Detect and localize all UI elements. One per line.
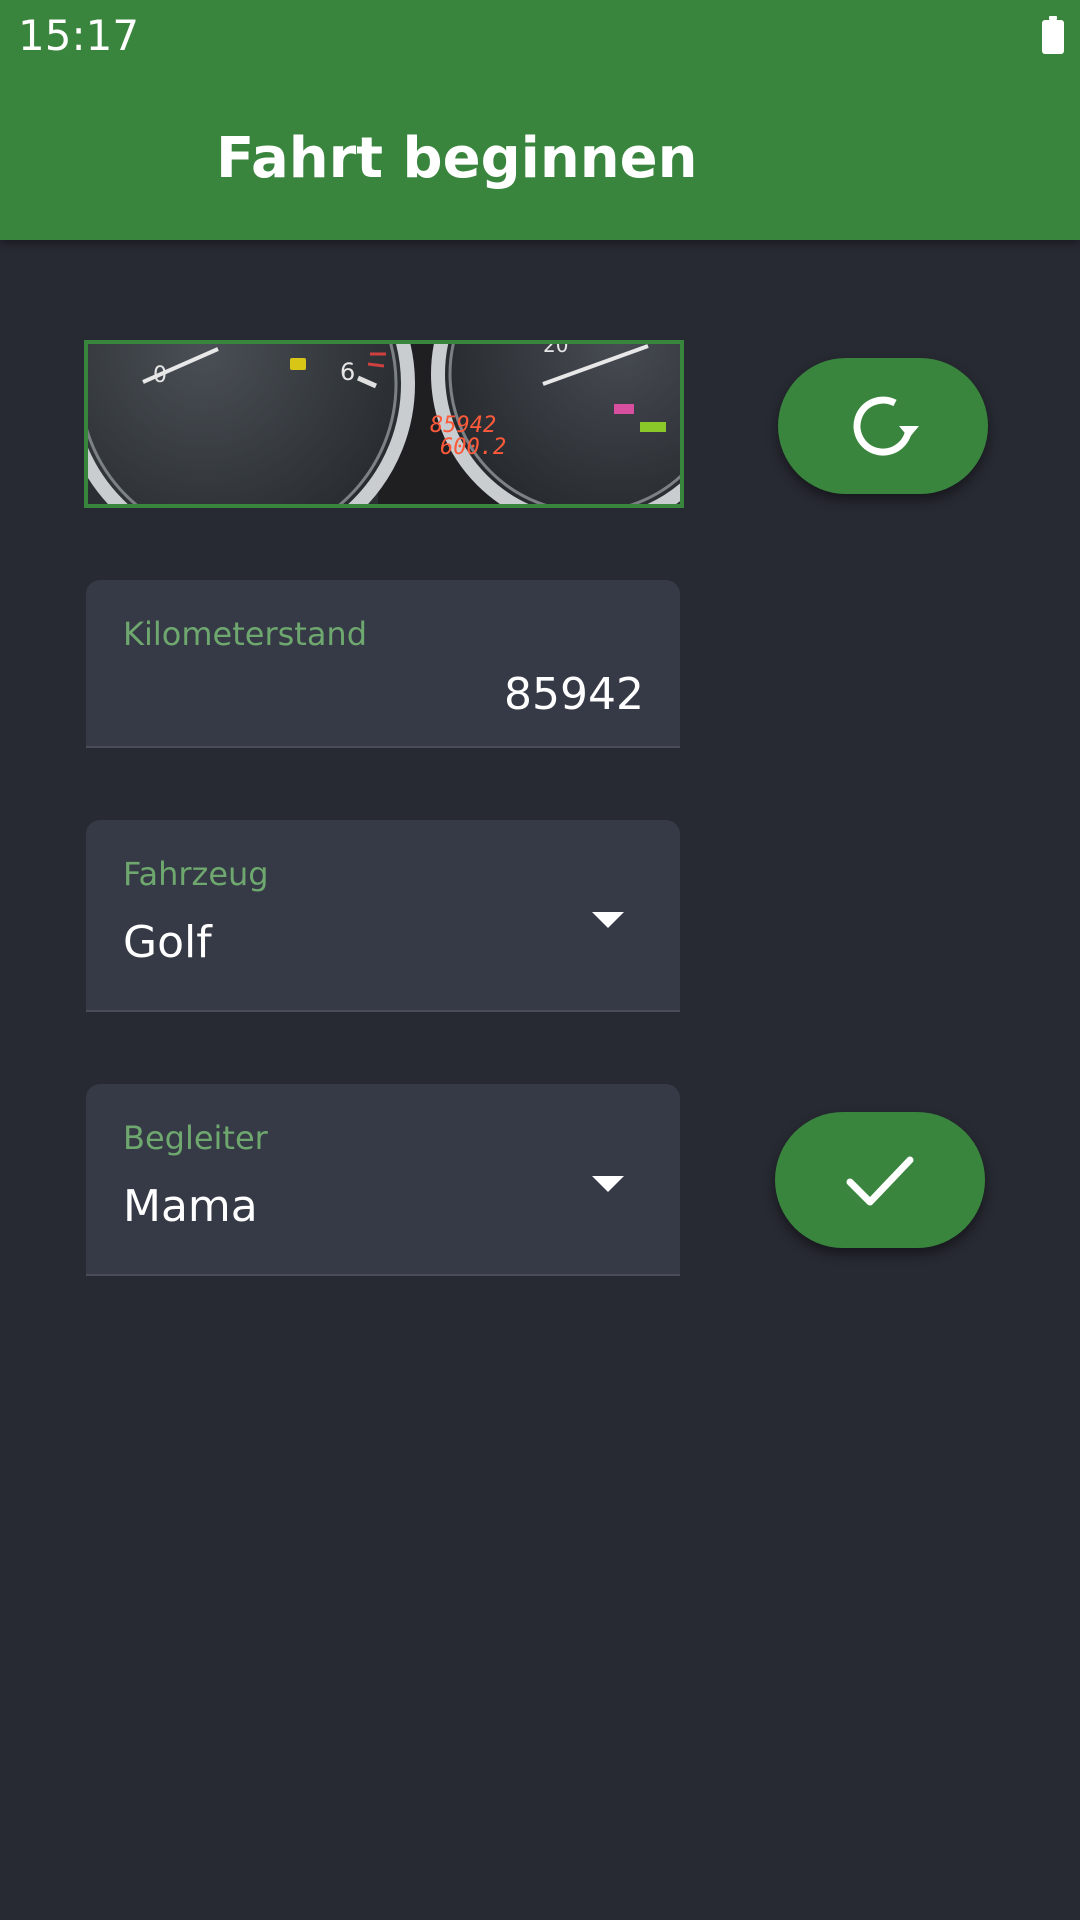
- battery-icon: [1042, 16, 1064, 54]
- trip-readout: 600.2: [440, 435, 506, 460]
- vehicle-label: Fahrzeug: [123, 855, 269, 893]
- app-bar: 15:17 Fahrt beginnen: [0, 0, 1080, 240]
- gauge-mark-20: 20: [543, 344, 568, 357]
- odometer-image: 0 6 20 85942 600.2: [88, 344, 680, 504]
- companion-select[interactable]: Begleiter Mama: [86, 1084, 680, 1276]
- gauge-mark-6: 6: [340, 358, 355, 386]
- companion-value: Mama: [123, 1181, 258, 1232]
- dropdown-arrow-icon[interactable]: [592, 912, 624, 928]
- companion-label: Begleiter: [123, 1119, 268, 1157]
- check-icon: [846, 1156, 914, 1206]
- confirm-button[interactable]: [775, 1112, 985, 1248]
- vehicle-select[interactable]: Fahrzeug Golf: [86, 820, 680, 1012]
- mileage-underline: [86, 746, 680, 748]
- page-title: Fahrt beginnen: [216, 126, 698, 191]
- refresh-icon: [853, 396, 919, 456]
- dropdown-arrow-icon[interactable]: [592, 1176, 624, 1192]
- mileage-field[interactable]: Kilometerstand 85942: [86, 580, 680, 748]
- retake-photo-button[interactable]: [778, 358, 988, 494]
- vehicle-value: Golf: [123, 917, 212, 968]
- gauge-mark-0: 0: [153, 363, 167, 388]
- status-time: 15:17: [18, 11, 140, 60]
- companion-underline: [86, 1274, 680, 1276]
- mileage-input[interactable]: 85942: [504, 668, 644, 722]
- odometer-photo[interactable]: 0 6 20 85942 600.2: [84, 340, 684, 508]
- vehicle-underline: [86, 1010, 680, 1012]
- mileage-label: Kilometerstand: [123, 615, 368, 653]
